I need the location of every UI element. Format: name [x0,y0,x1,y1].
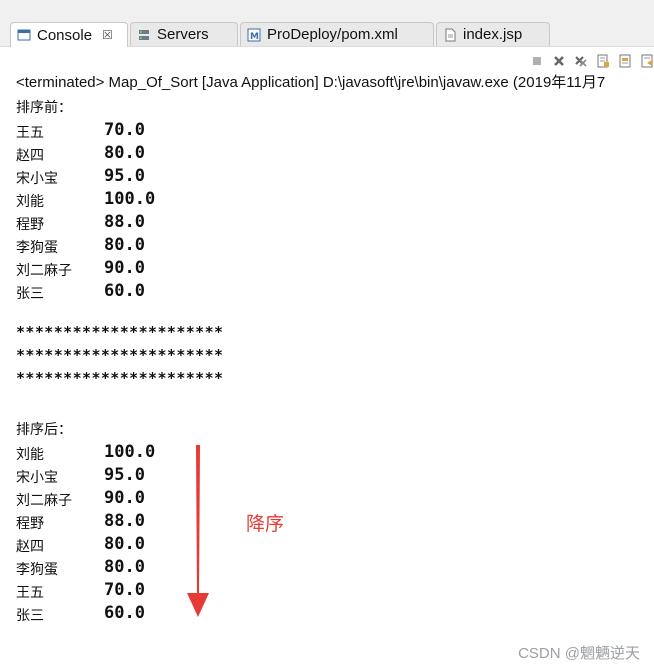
tab-servers[interactable]: Servers [130,22,238,46]
remove-all-terminated-icon[interactable] [574,53,588,67]
tab-index-jsp[interactable]: index.jsp [436,22,550,46]
student-name: 王五 [16,585,44,601]
after-sort-header: 排序后： [16,422,72,438]
student-score: 80.0 [104,143,145,163]
close-icon[interactable]: ☒ [102,28,113,42]
student-name: 刘二麻子 [16,493,72,509]
student-name: 宋小宝 [16,470,58,486]
student-name: 宋小宝 [16,171,58,187]
student-score: 60.0 [104,281,145,301]
launch-status-text: <terminated> Map_Of_Sort [Java Applicati… [16,74,606,91]
word-wrap-icon[interactable] [618,53,632,68]
student-name: 赵四 [16,148,44,164]
student-name: 王五 [16,125,44,141]
student-name: 赵四 [16,539,44,555]
student-score: 88.0 [104,511,145,531]
separator-line: ********************** [16,369,224,387]
student-score: 80.0 [104,534,145,554]
tab-pom-xml[interactable]: M ProDeploy/pom.xml [240,22,434,46]
student-score: 70.0 [104,580,145,600]
separator-line: ********************** [16,323,224,341]
tab-label: index.jsp [463,26,523,43]
tab-console[interactable]: Console ☒ [10,22,128,47]
clear-console-icon[interactable] [640,53,654,68]
jsp-file-icon [443,28,457,42]
student-name: 李狗蛋 [16,240,58,256]
before-sort-header: 排序前： [16,100,72,116]
student-name: 刘能 [16,194,44,210]
tab-label: Console [37,26,93,44]
student-score: 88.0 [104,212,145,232]
student-score: 70.0 [104,120,145,140]
separator-line: ********************** [16,346,224,364]
servers-icon [137,28,151,42]
student-score: 95.0 [104,166,145,186]
student-score: 80.0 [104,235,145,255]
terminate-icon[interactable] [530,53,544,67]
student-name: 程野 [16,516,44,532]
watermark: CSDN @魍魉逆天 [518,645,640,662]
remove-launch-icon[interactable] [552,53,566,67]
descending-annotation: 降序 [246,513,285,535]
tab-label: ProDeploy/pom.xml [267,26,398,43]
student-name: 张三 [16,608,44,624]
descending-arrow-icon [186,445,210,624]
student-name: 刘能 [16,447,44,463]
student-score: 60.0 [104,603,145,623]
student-score: 80.0 [104,557,145,577]
student-name: 张三 [16,286,44,302]
student-name: 李狗蛋 [16,562,58,578]
svg-text:M: M [250,32,259,42]
student-score: 90.0 [104,258,145,278]
student-score: 100.0 [104,189,156,209]
maven-pom-icon: M [247,28,261,42]
tab-label: Servers [157,26,209,43]
console-icon [17,28,31,42]
student-score: 90.0 [104,488,145,508]
student-name: 刘二麻子 [16,263,72,279]
student-score: 95.0 [104,465,145,485]
console-toolbar [530,50,654,70]
scroll-lock-icon[interactable] [596,53,610,68]
view-tab-bar: Console ☒ Servers M ProDeploy/pom.xml in… [0,0,654,47]
student-score: 100.0 [104,442,156,462]
student-name: 程野 [16,217,44,233]
